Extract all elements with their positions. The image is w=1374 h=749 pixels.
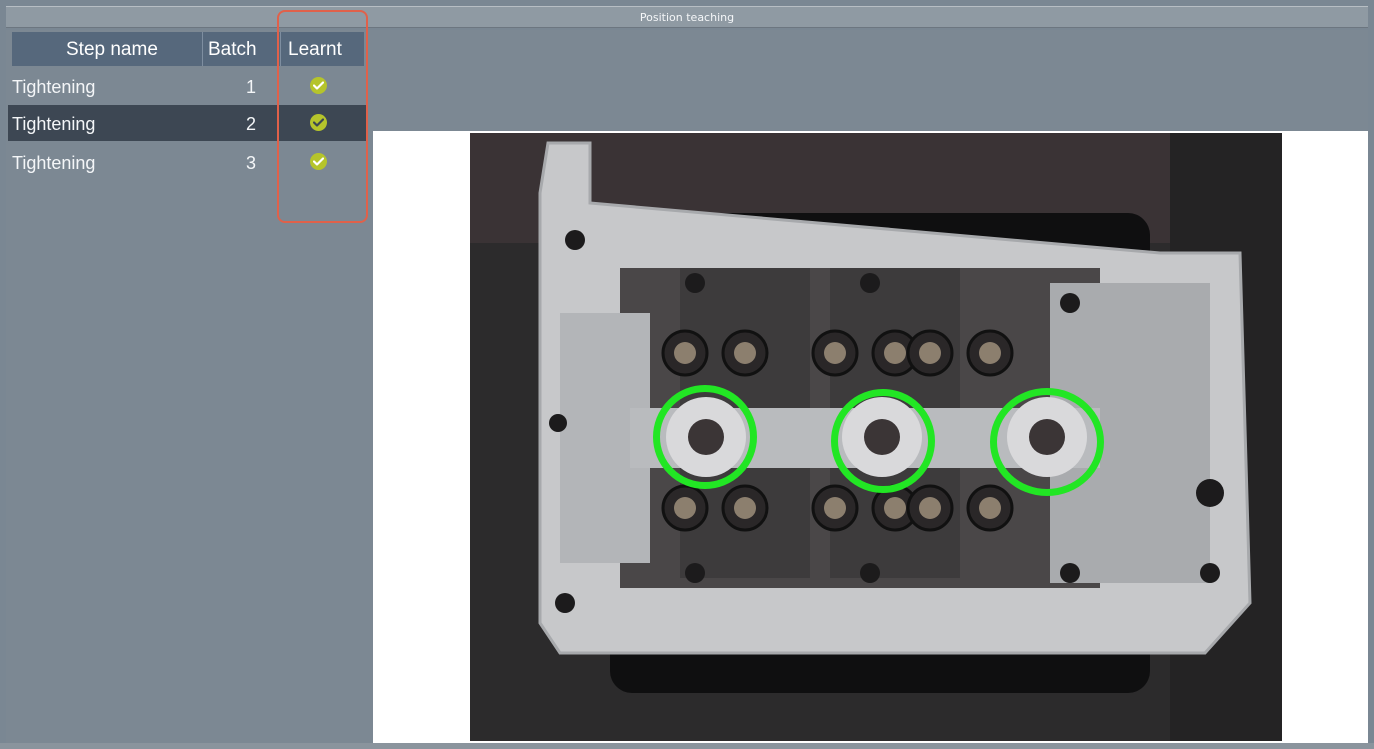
learnt-position-marker-3[interactable] xyxy=(990,388,1104,496)
step-name-cell: Tightening xyxy=(12,153,96,173)
window-title: Position teaching xyxy=(639,11,735,24)
batch-cell: 2 xyxy=(246,114,257,134)
learnt-position-marker-2[interactable] xyxy=(831,389,935,493)
step-name-cell: Tightening xyxy=(12,114,96,134)
column-header-step-name[interactable]: Step name xyxy=(66,39,158,61)
bottom-bar xyxy=(0,743,1374,749)
part-photo[interactable] xyxy=(470,133,1282,741)
learnt-position-marker-1[interactable] xyxy=(653,385,757,489)
learnt-column-highlight xyxy=(277,10,368,223)
column-header-batch[interactable]: Batch xyxy=(208,39,274,61)
window-titlebar: Position teaching xyxy=(6,6,1368,28)
column-separator[interactable] xyxy=(202,32,203,66)
batch-cell: 1 xyxy=(246,77,257,97)
step-name-cell: Tightening xyxy=(12,77,96,97)
batch-cell: 3 xyxy=(246,153,257,173)
